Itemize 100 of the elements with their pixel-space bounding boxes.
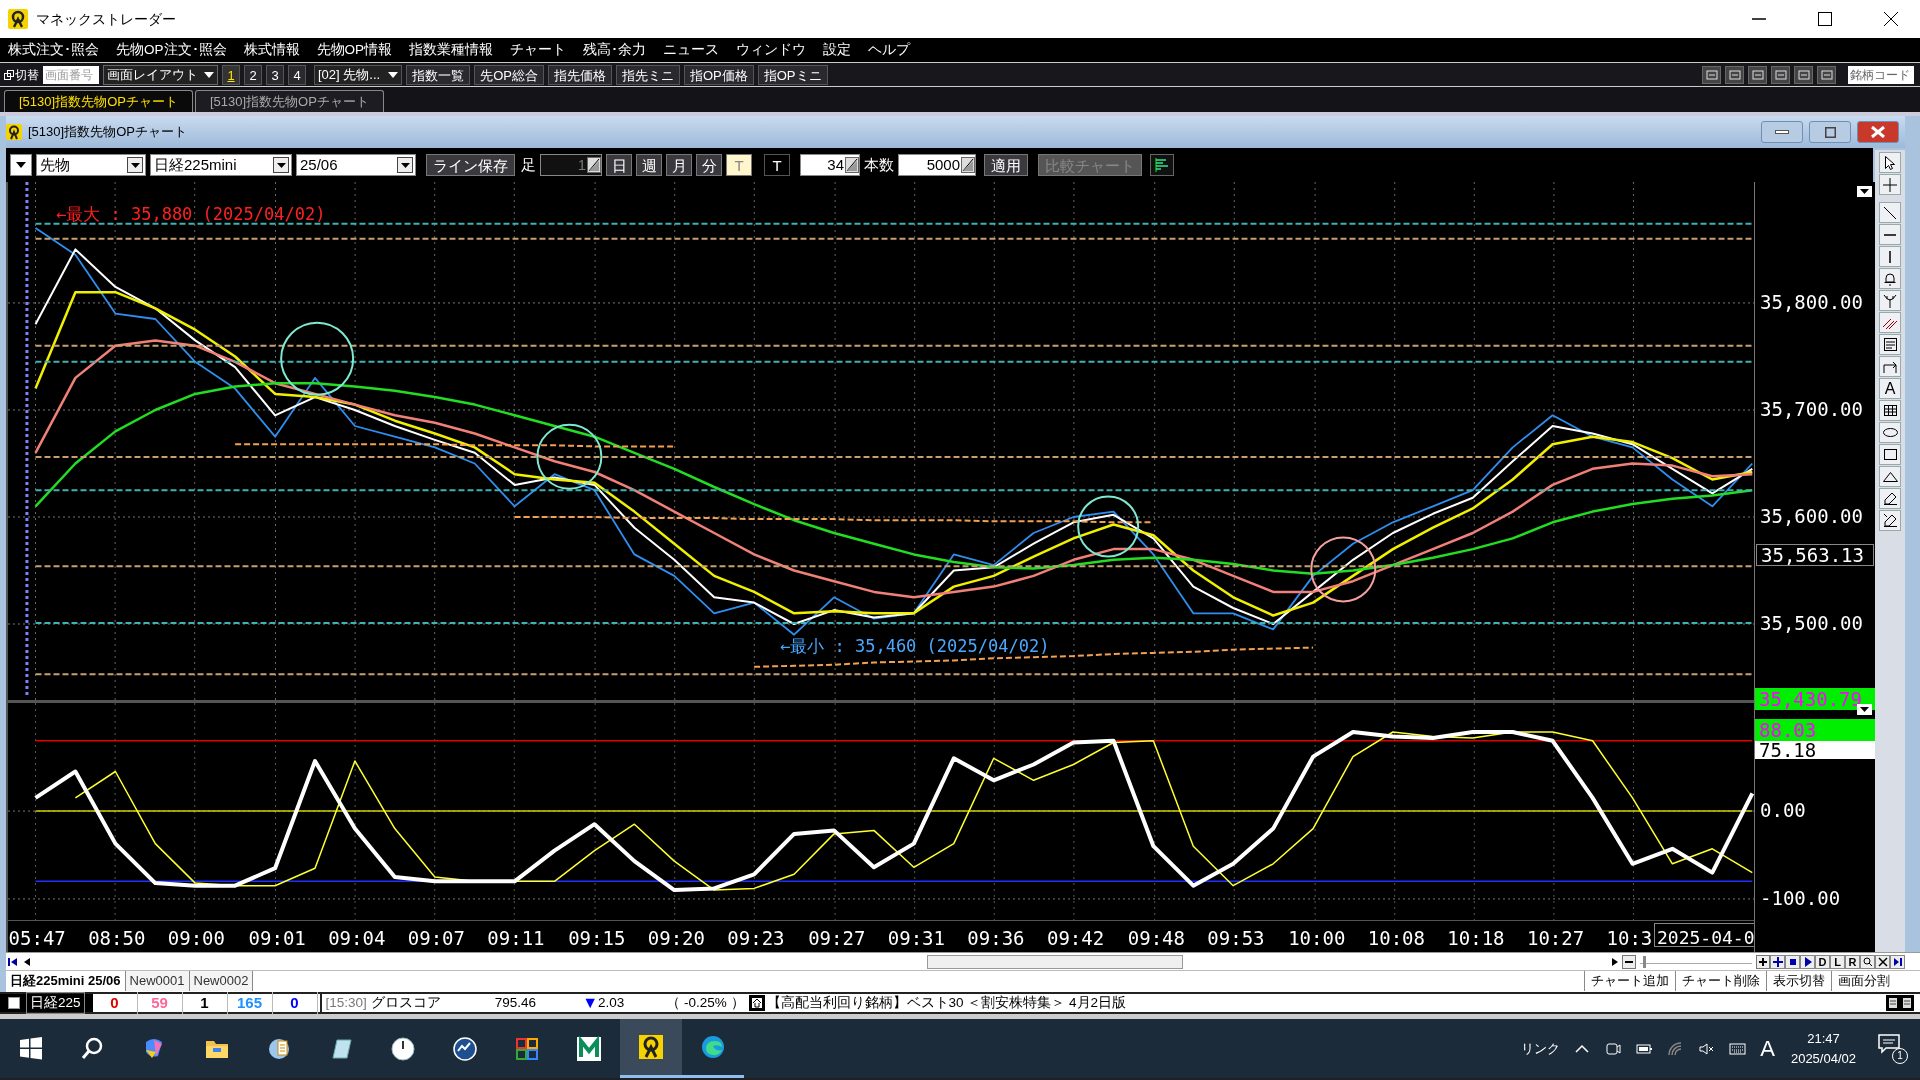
move-button[interactable] (1770, 954, 1785, 969)
diagonal-line-tool-button[interactable] (1879, 202, 1901, 223)
bell-tool-button[interactable] (1879, 268, 1901, 289)
left-arrow-icon (24, 957, 30, 966)
scroll-mode-button[interactable]: D (1815, 954, 1830, 969)
period-button[interactable]: 月 (666, 154, 692, 176)
zoom-in-button[interactable] (1756, 954, 1770, 969)
chart-tab[interactable]: New0002 (189, 971, 254, 991)
toolbar-button[interactable]: 指OPミニ (757, 64, 828, 85)
minimize-button[interactable] (1761, 121, 1803, 143)
menu-item[interactable]: 残高･余力 (583, 39, 647, 61)
clock[interactable]: 21:47 2025/04/02 (1790, 1028, 1856, 1069)
screen-tab[interactable]: 2 (244, 64, 262, 85)
switch-button[interactable]: 切替 (4, 65, 39, 84)
index-label: グロスコア (370, 993, 441, 1012)
slider-thumb[interactable] (1643, 955, 1647, 968)
vertical-line-tool-button[interactable] (1879, 246, 1901, 267)
type-select[interactable]: 先物 (36, 154, 146, 176)
taskbar-app-button[interactable] (620, 1019, 682, 1078)
links-label[interactable]: リンク (1521, 1038, 1561, 1059)
code-field[interactable]: 銘柄コード (1848, 65, 1914, 84)
toolbar-button[interactable]: 指OP価格 (683, 64, 754, 85)
stop-button[interactable] (1785, 954, 1800, 969)
save-lines-button[interactable]: ライン保存 (426, 154, 515, 176)
rectangle-tool-button[interactable] (1879, 444, 1901, 465)
restore-button[interactable] (1809, 121, 1851, 143)
triangle-tool-button[interactable] (1879, 466, 1901, 487)
circle-marker[interactable] (1310, 536, 1377, 603)
layout-dropdown[interactable]: 画面レイアウト (103, 64, 218, 85)
scroll-mode-button[interactable]: R (1845, 954, 1860, 969)
apply-button[interactable]: 適用 (984, 154, 1028, 176)
scroll-mode-button[interactable]: L (1830, 954, 1845, 969)
zoom-out-button[interactable] (1622, 954, 1636, 969)
screen-tab[interactable]: 4 (288, 64, 306, 85)
remove-button[interactable] (1875, 954, 1890, 969)
chart-action-button[interactable]: チャート追加 (1584, 971, 1675, 991)
toolbar-button[interactable]: 指先ミニ (615, 64, 680, 85)
chart-tab[interactable]: New0001 (125, 971, 190, 991)
screen-tab[interactable]: 3 (266, 64, 284, 85)
circle-marker[interactable] (536, 423, 603, 490)
document-button[interactable] (1900, 995, 1914, 1011)
zoom-button[interactable] (1860, 954, 1875, 969)
symbol-select[interactable]: 日経225mini (150, 154, 292, 176)
move-icon (1772, 956, 1783, 967)
bar-field[interactable]: 1 (540, 154, 602, 176)
menu-item[interactable]: 先物OP情報 (316, 39, 393, 61)
period-button[interactable]: 日 (606, 154, 632, 176)
skip-end-button[interactable] (1890, 954, 1905, 969)
circle-marker[interactable] (280, 321, 355, 396)
window-tab[interactable]: [5130]指数先物OPチャート (4, 90, 193, 112)
text-box-tool-button[interactable] (1879, 334, 1901, 355)
input-mode-indicator[interactable]: A (1760, 1032, 1775, 1065)
volume-profile-button[interactable] (1150, 154, 1174, 176)
chart-action-button[interactable]: 表示切替 (1766, 971, 1831, 991)
menu-item[interactable]: 設定 (823, 39, 852, 61)
close-button[interactable] (1857, 121, 1899, 143)
screen-tab[interactable]: 1 (222, 64, 240, 85)
zoom-slider[interactable] (1640, 955, 1752, 968)
preset-dropdown[interactable]: [02] 先物... (314, 64, 403, 85)
menu-dropdown[interactable] (10, 154, 32, 176)
parallel-lines-tool-button[interactable] (1879, 312, 1901, 333)
time-label: 10:08 (1367, 926, 1425, 951)
window-tab[interactable]: [5130]指数先物OPチャート (194, 90, 384, 112)
erase-all-tool-button[interactable] (1879, 510, 1901, 531)
panel-menu-button[interactable] (1857, 186, 1872, 197)
camera-device-icon[interactable] (1605, 1040, 1623, 1057)
toolbar-button[interactable]: 指数一覧 (406, 64, 471, 85)
menu-item[interactable]: 先物OP注文･照会 (116, 39, 227, 61)
table-tool-button[interactable] (1879, 400, 1901, 421)
menu-item[interactable]: 株式注文･照会 (8, 39, 99, 61)
month-select[interactable]: 25/06 (296, 154, 416, 176)
play-button[interactable] (1800, 954, 1815, 969)
tick-field[interactable]: 34 (800, 154, 860, 176)
circle-marker[interactable] (1077, 495, 1140, 558)
chart-action-button[interactable]: 画面分割 (1831, 971, 1896, 991)
menu-item[interactable]: ウィンドウ (736, 39, 807, 61)
ellipse-tool-button[interactable] (1879, 422, 1901, 443)
scroll-thumb[interactable] (927, 954, 1183, 969)
period-button[interactable]: 週 (636, 154, 662, 176)
arrow-tool-button[interactable] (1879, 356, 1901, 377)
chart-action-button[interactable]: チャート削除 (1675, 971, 1766, 991)
count-field[interactable]: 5000 (898, 154, 976, 176)
toolbar-button[interactable]: 先OP総合 (474, 64, 544, 85)
crosshair-tool-button[interactable] (1879, 174, 1901, 195)
period-button[interactable]: 分 (696, 154, 722, 176)
notifications-button[interactable]: 1 (1878, 1033, 1908, 1064)
menu-item[interactable]: 株式情報 (243, 39, 300, 61)
checkbox[interactable] (8, 997, 20, 1009)
menu-item[interactable]: 指数業種情報 (409, 39, 494, 61)
text-tool-button[interactable]: A (1879, 378, 1901, 399)
toolbar-button[interactable]: 指先価格 (547, 64, 612, 85)
menu-item[interactable]: ニュース (663, 39, 720, 61)
eraser-tool-button[interactable] (1879, 488, 1901, 509)
fork-tool-button[interactable] (1879, 290, 1901, 311)
rectangle-icon (1883, 449, 1897, 460)
horizontal-line-tool-button[interactable] (1879, 224, 1901, 245)
pointer-tool-button[interactable] (1879, 152, 1901, 173)
menu-item[interactable]: チャート (510, 39, 567, 61)
volume-muted-icon[interactable] (1698, 1040, 1716, 1057)
menu-item[interactable]: ヘルプ (868, 39, 911, 61)
